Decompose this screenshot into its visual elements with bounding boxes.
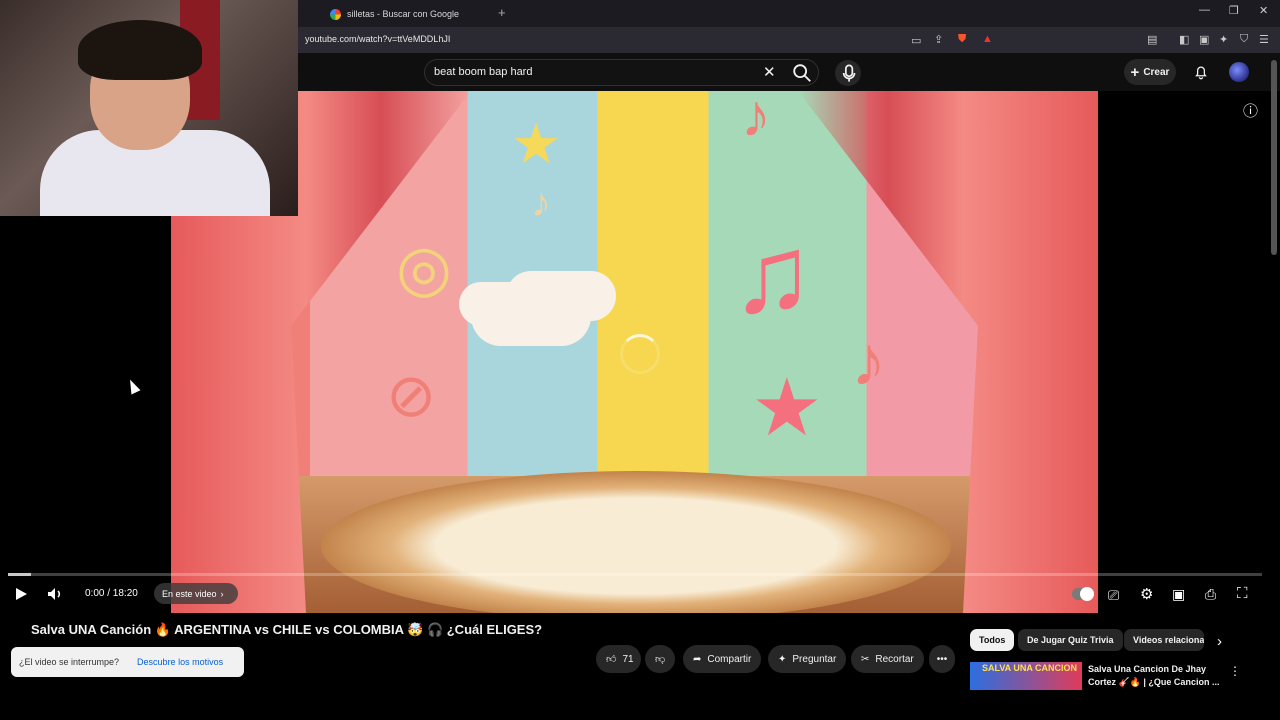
search-icon[interactable] xyxy=(791,62,813,84)
ask-label: Preguntar xyxy=(792,653,837,665)
webcam-person-hair xyxy=(78,20,202,80)
thumbs-up-icon: 👍︎ xyxy=(606,654,617,665)
close-window-button[interactable]: ✕ xyxy=(1259,4,1268,17)
more-actions-button[interactable]: ••• xyxy=(929,645,955,673)
star-decoration-icon: ★ xyxy=(511,112,562,175)
toast-link[interactable]: Descubre los motivos xyxy=(137,657,223,667)
chip-all[interactable]: Todos xyxy=(970,629,1015,651)
webcam-overlay xyxy=(0,0,298,216)
reader-mode-icon[interactable]: ▤ xyxy=(1147,33,1157,46)
cast-icon[interactable]: ⎙ xyxy=(1205,586,1216,603)
music-note-tiny-icon: ♪ xyxy=(531,181,551,225)
ask-button[interactable]: ✦ Preguntar xyxy=(768,645,847,673)
info-icon[interactable]: ⓘ xyxy=(1243,100,1258,121)
chapter-label: En este video xyxy=(162,588,217,599)
chip-quiz-trivia[interactable]: De Jugar Quiz Trivia xyxy=(1018,629,1123,651)
browser-tab-title: silletas - Buscar con Google xyxy=(347,9,460,19)
interruption-toast: ¿El video se interrumpe? Descubre los mo… xyxy=(11,647,244,677)
like-button[interactable]: 👍︎ 71 xyxy=(596,645,641,673)
address-bar[interactable]: youtube.com/watch?v=ttVeMDDLhJI xyxy=(305,34,450,44)
share-button[interactable]: ➦ Compartir xyxy=(683,645,762,673)
account-avatar[interactable] xyxy=(1229,62,1249,82)
chip-related-videos[interactable]: Videos relacionad xyxy=(1124,629,1204,651)
minimize-button[interactable]: — xyxy=(1199,4,1210,16)
page-scrollbar[interactable] xyxy=(1271,60,1277,255)
target-decoration-icon: ◎ xyxy=(396,232,452,304)
leo-ai-icon[interactable]: ✦ xyxy=(1219,33,1228,46)
plus-icon: + xyxy=(1130,63,1140,81)
subtitles-icon[interactable]: ⎚ xyxy=(1108,587,1119,604)
clear-search-icon[interactable]: ✕ xyxy=(763,63,776,81)
stage-platform xyxy=(321,471,951,613)
toast-question: ¿El video se interrumpe? xyxy=(19,657,120,667)
clip-button[interactable]: ✂ Recortar xyxy=(851,645,924,673)
maximize-button[interactable]: ❐ xyxy=(1229,4,1239,17)
share-page-icon[interactable]: ⇪ xyxy=(934,33,943,46)
brave-shield-icon[interactable]: ⛊ xyxy=(958,33,966,46)
create-label: Crear xyxy=(1143,66,1170,78)
fullscreen-icon[interactable]: ⛶ xyxy=(1237,585,1248,602)
music-note-icon: ♫ xyxy=(731,213,814,336)
sidebar-icon[interactable]: ◧ xyxy=(1179,33,1189,46)
disc-decoration-icon: ⊘ xyxy=(386,362,437,429)
create-button[interactable]: + Crear xyxy=(1124,59,1176,85)
wallet-icon[interactable]: ▣ xyxy=(1199,33,1209,46)
google-favicon-icon xyxy=(330,8,341,20)
browser-tab[interactable]: silletas - Buscar con Google xyxy=(330,3,490,25)
related-video-thumbnail[interactable]: SALVA UNA CANCION xyxy=(970,662,1082,690)
loading-spinner xyxy=(620,334,660,374)
microphone-icon xyxy=(842,64,856,82)
video-frame[interactable]: ★ ♫ ★ ♪ ♪ ♪ ◎ ⊘ xyxy=(171,91,1098,613)
chevron-right-icon[interactable]: › xyxy=(1217,633,1222,650)
related-thumb-text: SALVA UNA CANCION xyxy=(982,663,1077,673)
volume-icon[interactable] xyxy=(47,586,63,602)
search-input[interactable]: beat boom bap hard xyxy=(434,66,532,78)
new-tab-button[interactable]: + xyxy=(498,5,506,20)
chevron-right-icon: › xyxy=(220,588,224,599)
more-vertical-icon[interactable]: ⋮ xyxy=(1229,664,1241,678)
video-title: Salva UNA Canción 🔥 ARGENTINA vs CHILE v… xyxy=(31,622,543,637)
progress-bar-fill xyxy=(8,573,31,576)
time-display: 0:00 / 18:20 xyxy=(85,588,138,599)
settings-gear-icon[interactable]: ⚙ xyxy=(1140,585,1153,603)
notifications-bell-icon[interactable] xyxy=(1192,63,1210,81)
scissors-icon: ✂ xyxy=(861,653,870,665)
brave-rewards-icon[interactable]: ▲ xyxy=(982,33,993,45)
vpn-icon[interactable]: ⛉ xyxy=(1240,33,1248,46)
music-note-small-icon: ♪ xyxy=(851,322,886,400)
share-icon: ➦ xyxy=(693,653,702,665)
cast-page-icon[interactable]: ▭ xyxy=(911,34,921,47)
play-icon[interactable] xyxy=(14,587,28,601)
like-count: 71 xyxy=(622,653,634,665)
thumbs-down-icon: 👎︎ xyxy=(655,654,666,665)
chapter-button[interactable]: En este video › xyxy=(154,583,238,604)
menu-icon[interactable]: ☰ xyxy=(1259,33,1269,46)
progress-bar[interactable] xyxy=(8,573,1262,576)
music-note-top-icon: ♪ xyxy=(741,91,771,149)
sparkle-icon: ✦ xyxy=(778,653,787,665)
autoplay-toggle[interactable] xyxy=(1072,587,1094,601)
miniplayer-icon[interactable]: ▣ xyxy=(1172,586,1185,603)
clip-label: Recortar xyxy=(875,653,914,665)
cloud-decoration xyxy=(471,286,591,346)
dislike-button[interactable]: 👎︎ xyxy=(645,645,675,673)
more-horizontal-icon: ••• xyxy=(936,653,948,665)
share-label: Compartir xyxy=(707,653,752,665)
voice-search-button[interactable] xyxy=(835,60,861,86)
pink-star-decoration-icon: ★ xyxy=(751,363,823,452)
related-video-title[interactable]: Salva Una Cancion De Jhay Cortez 🎸🔥 | ¿Q… xyxy=(1088,663,1228,689)
